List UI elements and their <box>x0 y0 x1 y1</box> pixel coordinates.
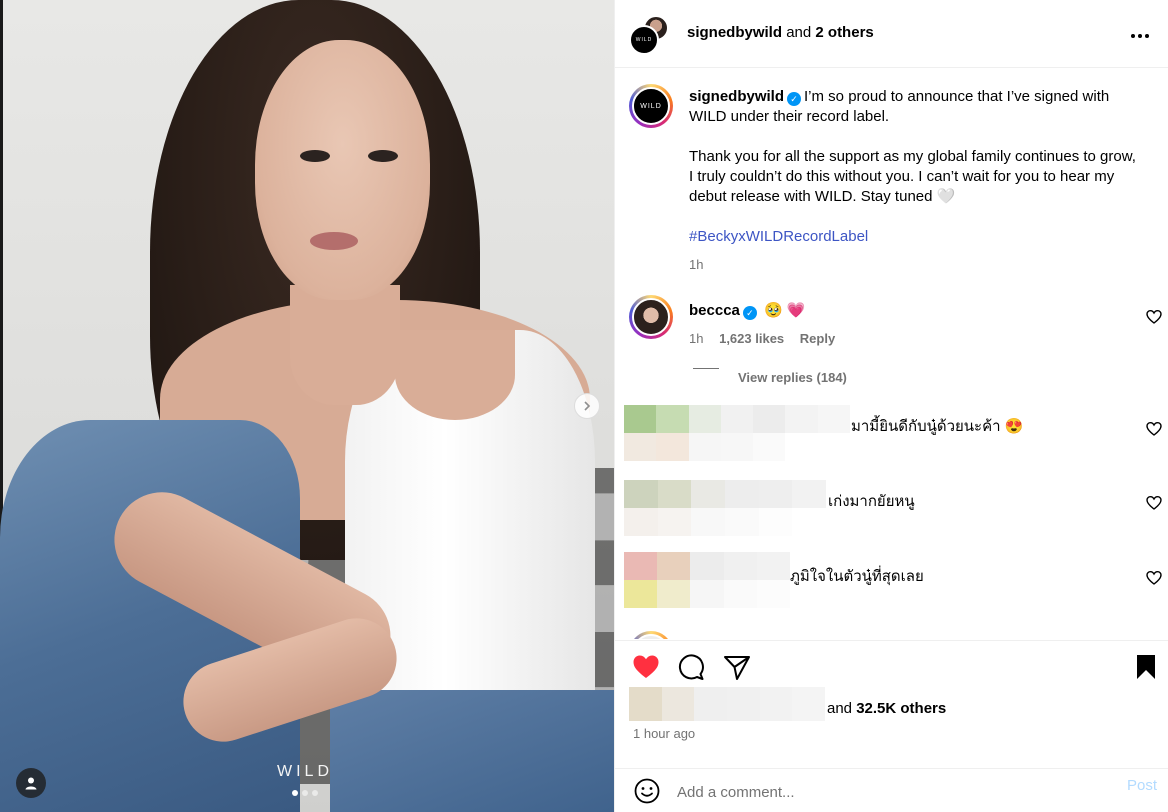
collab-suffix: and <box>786 24 812 41</box>
chevron-right-icon <box>584 401 591 411</box>
person-icon <box>25 777 37 790</box>
reply-button[interactable]: Reply <box>800 331 835 346</box>
likes-summary[interactable]: and 32.5K others <box>827 700 946 717</box>
comment-row: beccca ✓ 🥹 💗 <box>689 301 806 320</box>
more-options-button[interactable] <box>1130 22 1150 45</box>
comment-input[interactable] <box>677 781 1037 803</box>
redacted-avatar-block <box>624 480 826 536</box>
post-comment-button[interactable]: Post <box>1127 777 1157 794</box>
comment-time[interactable]: 1h <box>689 331 703 346</box>
verified-badge-icon: ✓ <box>787 92 802 106</box>
comment-likes[interactable]: 1,623 likes <box>719 331 784 346</box>
post-image[interactable]: B E WILD <box>0 0 614 812</box>
carousel-dot <box>312 790 318 796</box>
like-comment-heart-icon[interactable] <box>1146 570 1162 586</box>
caption-username[interactable]: signedbywild <box>689 88 784 105</box>
avatar <box>632 298 670 336</box>
carousel-next-button[interactable] <box>574 393 600 419</box>
comment-icon[interactable] <box>678 654 705 681</box>
avatar <box>632 634 670 639</box>
comment-username[interactable]: beccca <box>689 302 740 319</box>
likes-prefix: and <box>827 700 853 717</box>
like-comment-heart-icon[interactable] <box>1146 495 1162 511</box>
comment-avatar[interactable] <box>629 631 673 639</box>
comment-text: 🥹 💗 <box>764 302 806 319</box>
subject-eye-left <box>300 150 330 162</box>
subject-face <box>255 40 430 300</box>
author-username[interactable]: signedbywild <box>687 24 782 41</box>
avatar: WILD <box>629 25 659 55</box>
comment-text: ภูมิใจในตัวนู๋ที่สุดเลย <box>790 568 924 585</box>
post-caption: signedbywild ✓ I’m so proud to announce th… <box>689 87 1139 275</box>
likes-count[interactable]: 32.5K others <box>856 700 946 717</box>
post-header: WILD signedbywild and 2 others <box>615 0 1168 68</box>
caption-line-2: Thank you for all the support as my glob… <box>689 148 1136 205</box>
post-timestamp[interactable]: 1 hour ago <box>633 726 695 741</box>
redacted-avatar-block <box>624 405 850 461</box>
redacted-likers-block <box>629 687 825 721</box>
carousel-dot <box>302 790 308 796</box>
collab-others[interactable]: 2 others <box>815 24 873 41</box>
hashtag-link[interactable]: #BeckyxWILDRecordLabel <box>689 228 868 245</box>
comment-text: เก่งมากยัยหนู <box>828 493 915 510</box>
carousel-dot <box>292 790 298 796</box>
share-send-icon[interactable] <box>723 654 751 681</box>
verified-badge-icon: ✓ <box>742 306 757 320</box>
subject-neck <box>290 285 400 405</box>
carousel-dots <box>292 790 318 796</box>
wild-watermark: WILD <box>277 763 333 780</box>
comment-text: มามี้ยินดีกับนู๋ด้วยนะค้า 😍 <box>851 418 1024 435</box>
tagged-users-button[interactable] <box>16 768 46 798</box>
comment-bar <box>615 768 1168 812</box>
caption-avatar[interactable]: WILD <box>629 84 673 128</box>
post-actions: and 32.5K others 1 hour ago Post <box>615 640 1168 812</box>
view-replies-button[interactable]: View replies (184) <box>738 370 847 385</box>
comment-meta: 1h 1,623 likes Reply <box>689 331 835 346</box>
emoji-icon[interactable] <box>634 778 660 804</box>
more-horizontal-icon <box>1131 34 1149 38</box>
redacted-avatar-block <box>624 552 790 608</box>
subject-lips <box>310 232 358 250</box>
save-bookmark-icon[interactable] <box>1135 654 1157 680</box>
collab-avatars[interactable]: WILD <box>629 15 669 55</box>
post-sidebar: WILD signedbywild and 2 others WILD sign… <box>614 0 1168 812</box>
caption-time[interactable]: 1h <box>689 255 1139 275</box>
avatar: WILD <box>632 87 670 125</box>
post-author[interactable]: signedbywild and 2 others <box>687 24 874 41</box>
comment-avatar[interactable] <box>629 295 673 339</box>
subject-jeans-lower <box>330 690 614 812</box>
subject-eye-right <box>368 150 398 162</box>
like-comment-heart-icon[interactable] <box>1146 309 1162 325</box>
comments-section[interactable]: WILD signedbywild ✓ I’m so proud to announ… <box>615 69 1168 639</box>
replies-divider <box>693 368 719 369</box>
subject-chest <box>395 330 515 420</box>
like-heart-icon[interactable] <box>632 654 660 680</box>
like-comment-heart-icon[interactable] <box>1146 421 1162 437</box>
